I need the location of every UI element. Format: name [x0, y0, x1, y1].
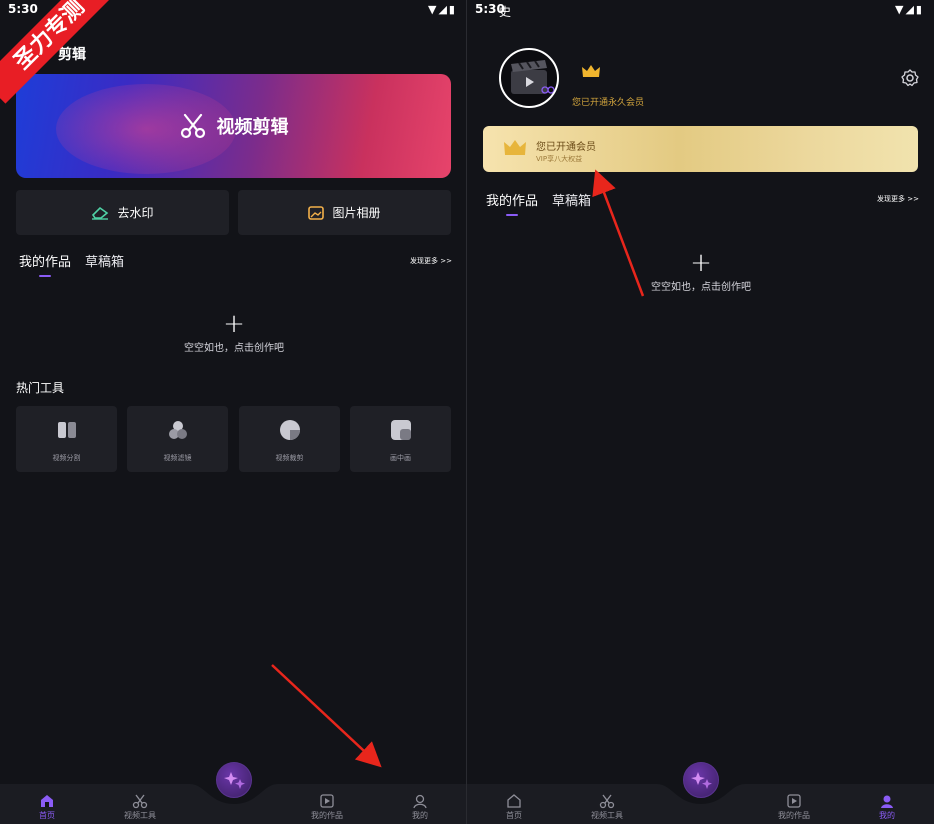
hot-tools-title: 热门工具	[16, 381, 65, 395]
member-status: 您已开通永久会员	[572, 98, 645, 108]
create-center-button[interactable]	[216, 762, 252, 798]
empty-message: 空空如也，点击创作吧	[184, 343, 284, 354]
plus-icon: +	[690, 248, 712, 278]
tool-video-filter[interactable]: 视频滤镜	[127, 406, 228, 472]
tab-label: 我的作品	[778, 811, 810, 820]
crop-icon	[279, 420, 300, 440]
home-icon	[507, 794, 521, 808]
status-bar: 5:30 史 ▼◢▮	[467, 0, 934, 20]
discover-more-link[interactable]: 发现更多 >>	[877, 194, 919, 204]
vip-title: 您已开通会员	[536, 142, 596, 153]
tab-label: 首页	[506, 811, 522, 820]
settings-gear-icon[interactable]	[901, 69, 919, 87]
filter-icon	[168, 421, 187, 439]
works-icon	[787, 794, 801, 808]
vip-crown-icon	[504, 140, 526, 155]
tab-profile[interactable]: 我的	[390, 793, 450, 821]
tool-picture-in-picture[interactable]: 画中画	[350, 406, 451, 472]
system-icons: ▼◢▮	[895, 3, 924, 16]
photo-album-label: 图片相册	[332, 206, 381, 220]
sparkle-stars-icon	[224, 772, 245, 789]
tab-label: 视频工具	[591, 811, 623, 820]
tab-my-works[interactable]: 我的作品	[486, 190, 538, 216]
tab-my-works[interactable]: 我的作品	[19, 251, 71, 277]
create-center-button[interactable]	[683, 762, 719, 798]
photo-album-button[interactable]: 图片相册	[238, 190, 451, 235]
empty-state[interactable]: + 空空如也，点击创作吧	[134, 311, 334, 354]
tool-label: 画中画	[390, 454, 411, 462]
avatar[interactable]	[499, 48, 559, 108]
page-title: 剪辑	[58, 47, 86, 63]
image-album-icon	[308, 205, 325, 220]
banner-label: 视频剪辑	[216, 117, 289, 138]
profile-icon	[881, 795, 893, 808]
tool-video-crop[interactable]: 视频裁剪	[239, 406, 340, 472]
tab-home[interactable]: 首页	[17, 793, 77, 821]
scissors-icon	[180, 113, 205, 139]
tab-label: 首页	[39, 811, 55, 820]
system-icons: ▼◢▮	[428, 3, 457, 16]
tab-home[interactable]: 首页	[484, 793, 544, 821]
works-icon	[320, 794, 334, 808]
pip-icon	[390, 420, 411, 440]
works-tabs: 我的作品 草稿箱	[486, 190, 591, 216]
tab-label: 我的作品	[311, 811, 343, 820]
notification-icon: 史	[499, 5, 512, 19]
tab-video-tools[interactable]: 视频工具	[577, 793, 637, 821]
video-edit-banner[interactable]: 视频剪辑	[16, 74, 451, 178]
tab-drafts[interactable]: 草稿箱	[85, 251, 124, 270]
remove-watermark-label: 去水印	[117, 206, 154, 220]
sparkle-stars-icon	[691, 772, 712, 789]
eraser-icon	[92, 206, 109, 220]
tab-label: 视频工具	[124, 811, 156, 820]
tab-label: 我的	[879, 811, 895, 820]
home-icon	[41, 795, 53, 807]
tab-label: 我的	[412, 811, 428, 820]
tool-label: 视频裁剪	[275, 454, 304, 462]
empty-message: 空空如也，点击创作吧	[651, 282, 751, 293]
works-tabs: 我的作品 草稿箱	[19, 251, 124, 277]
clapperboard-icon	[511, 60, 555, 94]
profile-icon	[413, 794, 427, 809]
plus-icon: +	[223, 309, 245, 339]
scissors-icon	[599, 794, 615, 809]
profile-screen: 5:30 史 ▼◢▮ 您已开通永久会员 您已开通会员 VIP享八大权益 我的作品…	[467, 0, 934, 824]
tool-video-split[interactable]: 视频分割	[16, 406, 117, 472]
discover-more-link[interactable]: 发现更多 >>	[410, 256, 452, 266]
tab-my-works-nav[interactable]: 我的作品	[297, 793, 357, 821]
tab-profile[interactable]: 我的	[857, 793, 917, 821]
vip-member-card[interactable]: 您已开通会员 VIP享八大权益	[483, 126, 918, 172]
home-screen: 5:30 ▼◢▮ 圣力专测 剪辑 视频剪辑 去水印 图片相册 我的作品 草稿箱 …	[0, 0, 467, 824]
vip-subtitle: VIP享八大权益	[536, 155, 583, 163]
remove-watermark-button[interactable]: 去水印	[16, 190, 229, 235]
tab-my-works-nav[interactable]: 我的作品	[764, 793, 824, 821]
status-time: 5:30	[8, 2, 38, 16]
split-icon	[57, 422, 76, 438]
tab-video-tools[interactable]: 视频工具	[110, 793, 170, 821]
crown-icon	[582, 65, 600, 77]
scissors-icon	[132, 794, 148, 809]
empty-state[interactable]: + 空空如也，点击创作吧	[601, 250, 801, 293]
tool-label: 视频滤镜	[163, 454, 192, 462]
tool-label: 视频分割	[52, 454, 81, 462]
tab-drafts[interactable]: 草稿箱	[552, 190, 591, 209]
